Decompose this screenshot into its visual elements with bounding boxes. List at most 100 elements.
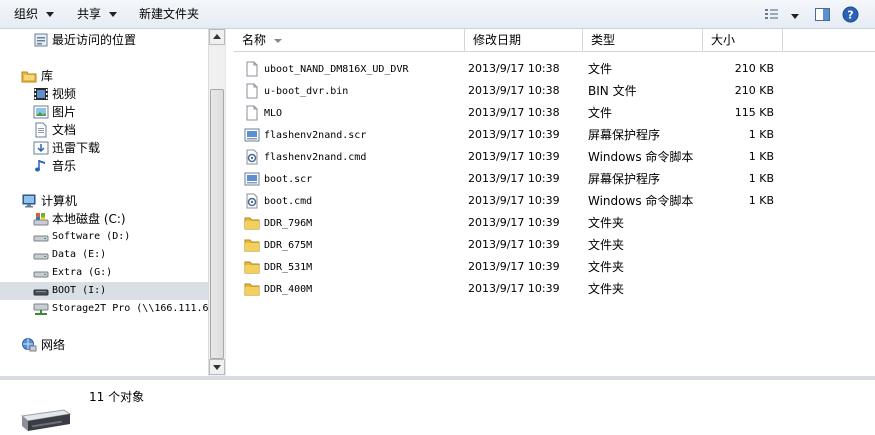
nav-label: Storage2T Pro (\\166.111.6 xyxy=(52,303,208,314)
computer-icon xyxy=(21,193,37,209)
file-name: u-boot_dvr.bin xyxy=(264,86,349,97)
file-list: 名称 修改日期 类型 大小 uboot_NAND_DM816X_UD_DVR 20… xyxy=(234,29,875,376)
view-options-dropdown[interactable] xyxy=(790,6,800,23)
file-name: DDR_531M xyxy=(264,262,313,273)
navigation-scrollbar[interactable] xyxy=(208,29,225,376)
share-menu[interactable]: 共享 xyxy=(77,6,118,23)
svg-text:?: ? xyxy=(847,9,853,22)
nav-item-computer[interactable]: 计算机 xyxy=(0,192,208,210)
file-size: 1 KB xyxy=(748,128,774,141)
column-size[interactable]: 大小 xyxy=(703,29,783,52)
file-name: boot.scr xyxy=(264,174,313,185)
file-name: uboot_NAND_DM816X_UD_DVR xyxy=(264,64,409,75)
file-type: 文件夹 xyxy=(588,260,625,274)
nav-label: 本地磁盘 (C:) xyxy=(52,212,126,226)
nav-item-drive-d[interactable]: Software (D:) xyxy=(0,228,208,246)
file-name: DDR_675M xyxy=(264,240,313,251)
preview-pane-icon[interactable] xyxy=(814,6,831,23)
nav-item-video[interactable]: 视频 xyxy=(0,85,208,103)
file-name: flashenv2nand.scr xyxy=(264,130,367,141)
recent-places-icon xyxy=(33,32,49,48)
file-row[interactable]: boot.cmd 2013/9/17 10:39 Windows 命令脚本 1 KB xyxy=(234,190,875,212)
nav-item-xunlei-download[interactable]: 迅雷下载 xyxy=(0,139,208,157)
file-date: 2013/9/17 10:39 xyxy=(468,238,560,251)
nav-label: 网络 xyxy=(41,338,66,352)
scroll-thumb[interactable] xyxy=(210,89,224,359)
system-drive-icon xyxy=(33,211,49,227)
file-row[interactable]: DDR_531M 2013/9/17 10:39 文件夹 xyxy=(234,256,875,278)
library-icon xyxy=(21,68,37,84)
folder-icon xyxy=(244,237,260,253)
nav-item-network[interactable]: 网络 xyxy=(0,336,208,354)
file-row[interactable]: DDR_675M 2013/9/17 10:39 文件夹 xyxy=(234,234,875,256)
file-date: 2013/9/17 10:39 xyxy=(468,194,560,207)
sort-arrow-icon xyxy=(274,38,283,43)
nav-item-documents[interactable]: 文档 xyxy=(0,121,208,139)
folder-icon xyxy=(244,259,260,275)
xunlei-download-icon xyxy=(33,140,49,156)
pane-splitter[interactable] xyxy=(225,29,234,376)
organize-label: 组织 xyxy=(14,7,39,21)
file-row[interactable]: flashenv2nand.cmd 2013/9/17 10:39 Windows … xyxy=(234,146,875,168)
nav-label: 最近访问的位置 xyxy=(52,33,137,47)
file-size: 210 KB xyxy=(734,84,774,97)
chevron-down-icon xyxy=(46,12,55,17)
help-icon[interactable]: ? xyxy=(842,6,859,23)
file-row[interactable]: boot.scr 2013/9/17 10:39 屏幕保护程序 1 KB xyxy=(234,168,875,190)
music-icon xyxy=(33,158,49,174)
drive-icon xyxy=(33,247,49,263)
share-label: 共享 xyxy=(77,7,102,21)
column-size-label: 大小 xyxy=(711,33,736,47)
column-name[interactable]: 名称 xyxy=(234,29,465,52)
removable-drive-icon xyxy=(18,406,72,435)
organize-menu[interactable]: 组织 xyxy=(14,6,55,23)
nav-item-pictures[interactable]: 图片 xyxy=(0,103,208,121)
column-date[interactable]: 修改日期 xyxy=(465,29,583,52)
nav-label: Software (D:) xyxy=(52,231,131,242)
file-type: 文件夹 xyxy=(588,216,625,230)
file-row[interactable]: DDR_400M 2013/9/17 10:39 文件夹 xyxy=(234,278,875,300)
scroll-up-button[interactable] xyxy=(209,29,225,45)
nav-item-drive-i[interactable]: BOOT (I:) xyxy=(0,282,208,300)
file-row[interactable]: MLO 2013/9/17 10:38 文件 115 KB xyxy=(234,102,875,124)
file-type: 屏幕保护程序 xyxy=(588,128,661,142)
column-date-label: 修改日期 xyxy=(473,33,522,47)
nav-label: 迅雷下载 xyxy=(52,141,101,155)
details-pane: 11 个对象 xyxy=(0,376,875,435)
arrow-up-icon xyxy=(213,34,221,39)
nav-item-library[interactable]: 库 xyxy=(0,67,208,85)
command-bar: 组织 共享 新建文件夹 ? xyxy=(0,0,875,29)
drive-icon xyxy=(33,265,49,281)
nav-label: Extra (G:) xyxy=(52,267,113,278)
file-row[interactable]: DDR_796M 2013/9/17 10:39 文件夹 xyxy=(234,212,875,234)
nav-item-drive-c[interactable]: 本地磁盘 (C:) xyxy=(0,210,208,228)
nav-item-network-drive[interactable]: Storage2T Pro (\\166.111.6 xyxy=(0,300,208,318)
cmd-script-icon xyxy=(244,193,260,209)
nav-item-drive-e[interactable]: Data (E:) xyxy=(0,246,208,264)
nav-item-recent-places[interactable]: 最近访问的位置 xyxy=(0,31,208,49)
file-row[interactable]: uboot_NAND_DM816X_UD_DVR 2013/9/17 10:38 文… xyxy=(234,58,875,80)
scroll-down-button[interactable] xyxy=(209,359,225,375)
cmd-script-icon xyxy=(244,149,260,165)
nav-item-music[interactable]: 音乐 xyxy=(0,157,208,175)
file-date: 2013/9/17 10:39 xyxy=(468,150,560,163)
folder-icon xyxy=(244,281,260,297)
nav-label: 视频 xyxy=(52,87,77,101)
item-count: 11 个对象 xyxy=(89,390,145,404)
video-icon xyxy=(33,86,49,102)
file-size: 1 KB xyxy=(748,172,774,185)
folder-icon xyxy=(244,215,260,231)
column-type-label: 类型 xyxy=(591,33,616,47)
file-type: 文件夹 xyxy=(588,238,625,252)
file-type: 文件 xyxy=(588,62,613,76)
screensaver-icon xyxy=(244,127,260,143)
file-date: 2013/9/17 10:39 xyxy=(468,128,560,141)
file-row[interactable]: flashenv2nand.scr 2013/9/17 10:39 屏幕保护程序 1 … xyxy=(234,124,875,146)
column-type[interactable]: 类型 xyxy=(583,29,703,52)
nav-item-drive-g[interactable]: Extra (G:) xyxy=(0,264,208,282)
file-name: flashenv2nand.cmd xyxy=(264,152,367,163)
new-folder-button[interactable]: 新建文件夹 xyxy=(139,6,199,23)
change-view-icon[interactable] xyxy=(763,6,780,23)
file-row[interactable]: u-boot_dvr.bin 2013/9/17 10:38 BIN 文件 210 K… xyxy=(234,80,875,102)
column-name-label: 名称 xyxy=(242,33,267,47)
